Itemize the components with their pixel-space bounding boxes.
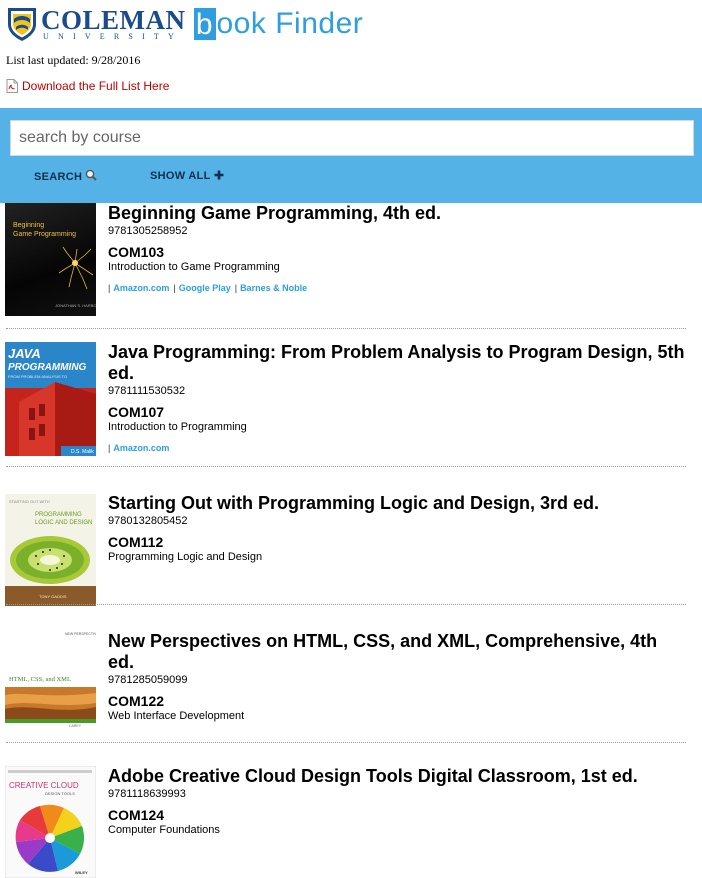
book-info: Java Programming: From Problem Analysis … — [108, 342, 688, 454]
search-button[interactable]: SEARCH — [34, 169, 97, 184]
show-all-button-label: SHOW ALL — [150, 170, 211, 182]
svg-text:TONY GADDIS: TONY GADDIS — [39, 594, 67, 599]
course-code: COM112 — [108, 534, 164, 550]
book-item: STARTING OUT WITH PROGRAMMING LOGIC AND … — [0, 479, 702, 617]
logo-main-text: COLEMAN — [41, 4, 186, 35]
search-icon — [85, 169, 97, 184]
google-play-link[interactable]: Google Play — [179, 283, 231, 294]
book-divider — [6, 604, 686, 605]
app-title-b: b — [193, 8, 216, 41]
book-item: NEW PERSPECTIVES HTML, CSS, and XML CARE… — [0, 617, 702, 754]
svg-text:CREATIVE CLOUD: CREATIVE CLOUD — [9, 781, 79, 790]
course-name: Web Interface Development — [108, 710, 245, 722]
link-separator: | — [108, 283, 111, 293]
book-cover-image[interactable]: Beginning Game Programming JONATHAN S. H… — [5, 203, 96, 316]
book-info: Beginning Game Programming, 4th ed. 9781… — [108, 203, 688, 294]
svg-text:JAVA: JAVA — [8, 346, 41, 361]
course-code: COM107 — [108, 404, 165, 420]
svg-text:DESIGN TOOLS: DESIGN TOOLS — [45, 791, 75, 796]
barnes-noble-link[interactable]: Barnes & Noble — [240, 283, 307, 294]
svg-text:LOGIC AND DESIGN: LOGIC AND DESIGN — [35, 520, 92, 526]
purchase-links: | Amazon.com | Google Play | Barnes & Noble — [108, 283, 688, 294]
book-info: New Perspectives on HTML, CSS, and XML, … — [108, 631, 688, 723]
book-cover-image[interactable]: STARTING OUT WITH PROGRAMMING LOGIC AND … — [5, 494, 96, 606]
logo-sub-text: UNIVERSITY — [43, 31, 183, 41]
course-code: COM122 — [108, 693, 165, 709]
download-full-list-link[interactable]: Download the Full List Here — [22, 79, 169, 93]
book-title: Beginning Game Programming, 4th ed. — [108, 203, 442, 223]
book-cover-image[interactable]: NEW PERSPECTIVES HTML, CSS, and XML CARE… — [5, 629, 96, 728]
svg-text:HTML, CSS, and XML: HTML, CSS, and XML — [9, 676, 71, 683]
course-name: Introduction to Programming — [108, 421, 247, 433]
course-code: COM124 — [108, 807, 165, 823]
book-title: Java Programming: From Problem Analysis … — [108, 342, 685, 383]
book-title: New Perspectives on HTML, CSS, and XML, … — [108, 631, 658, 672]
amazon-link[interactable]: Amazon.com — [113, 283, 169, 294]
book-title: Starting Out with Programming Logic and … — [108, 493, 600, 513]
purchase-links: | Amazon.com — [108, 443, 688, 454]
book-title: Adobe Creative Cloud Design Tools Digita… — [108, 766, 638, 786]
link-separator: | — [234, 283, 238, 293]
book-isbn: 9780132805452 — [108, 515, 188, 527]
app-title: b ook Finder — [193, 7, 364, 41]
svg-text:PROGRAMMING: PROGRAMMING — [8, 362, 87, 373]
download-row: Download the Full List Here — [6, 79, 169, 93]
svg-text:JONATHAN S. HARBOUR: JONATHAN S. HARBOUR — [55, 303, 96, 308]
book-info: Adobe Creative Cloud Design Tools Digita… — [108, 766, 688, 837]
book-isbn: 9781285059099 — [108, 674, 188, 686]
svg-text:CAREY: CAREY — [69, 724, 82, 728]
svg-text:FROM PROBLEM ANALYSIS TO: FROM PROBLEM ANALYSIS TO — [8, 374, 67, 379]
book-divider — [6, 328, 686, 329]
book-isbn: 9781118639993 — [108, 788, 186, 800]
svg-text:STARTING OUT WITH: STARTING OUT WITH — [9, 499, 50, 504]
search-button-label: SEARCH — [34, 170, 83, 183]
course-code: COM103 — [108, 244, 165, 260]
book-isbn: 9781305258952 — [108, 225, 188, 237]
book-info: Starting Out with Programming Logic and … — [108, 493, 688, 564]
show-all-button[interactable]: SHOW ALL — [150, 169, 224, 183]
book-item: JAVA PROGRAMMING FROM PROBLEM ANALYSIS T… — [0, 341, 702, 479]
book-item: CREATIVE CLOUD DESIGN TOOLS WILEY Adobe … — [0, 754, 702, 878]
book-divider — [6, 466, 686, 467]
course-name: Introduction to Game Programming — [108, 261, 280, 273]
search-input[interactable] — [10, 120, 694, 156]
book-item: Beginning Game Programming JONATHAN S. H… — [0, 203, 702, 341]
last-updated-text: List last updated: 9/28/2016 — [6, 53, 141, 67]
svg-text:D.S. Malik: D.S. Malik — [71, 449, 94, 455]
book-cover-image[interactable]: JAVA PROGRAMMING FROM PROBLEM ANALYSIS T… — [5, 342, 96, 456]
book-isbn: 9781111530532 — [108, 385, 186, 397]
amazon-link[interactable]: Amazon.com — [113, 443, 169, 454]
site-header: COLEMAN UNIVERSITY b ook Finder — [6, 4, 363, 44]
coleman-shield-logo[interactable] — [6, 6, 38, 42]
course-name: Programming Logic and Design — [108, 551, 263, 563]
svg-text:Beginning: Beginning — [13, 222, 44, 229]
book-divider — [6, 742, 686, 743]
book-cover-image[interactable]: CREATIVE CLOUD DESIGN TOOLS WILEY — [5, 766, 96, 878]
link-separator: | — [173, 283, 176, 293]
search-panel: SEARCH SHOW ALL — [0, 108, 702, 203]
course-name: Computer Foundations — [108, 824, 220, 836]
app-title-rest: ook Finder — [216, 7, 364, 40]
coleman-wordmark[interactable]: COLEMAN UNIVERSITY — [41, 4, 186, 41]
book-list: Beginning Game Programming JONATHAN S. H… — [0, 203, 702, 878]
pdf-icon — [6, 79, 18, 93]
svg-text:Game Programming: Game Programming — [13, 231, 76, 238]
svg-text:PROGRAMMING: PROGRAMMING — [35, 512, 82, 518]
svg-text:NEW PERSPECTIVES: NEW PERSPECTIVES — [65, 632, 96, 636]
plus-icon — [214, 169, 224, 183]
link-separator: | — [108, 443, 111, 453]
